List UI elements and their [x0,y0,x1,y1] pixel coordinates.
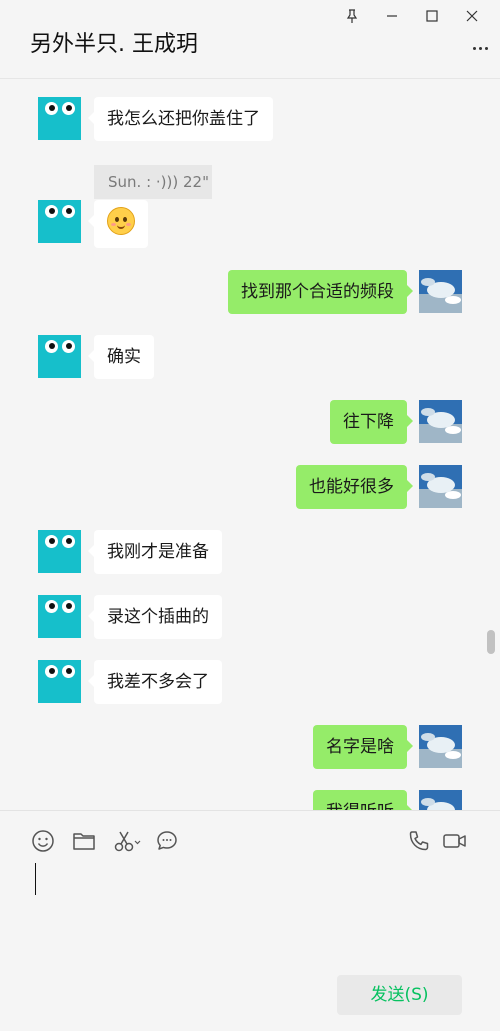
smiling-face-emoji [107,206,135,235]
message-bubble[interactable]: 确实 [88,335,154,379]
pin-icon[interactable] [332,6,372,26]
send-button[interactable]: 发送(S) [337,975,462,1015]
message-bubble[interactable]: 名字是啥 [313,725,413,769]
voice-message[interactable]: Sun. : ·))) 22" [94,165,212,199]
message-bubble[interactable]: 我得听听 [313,790,413,810]
message-input-area: 发送(S) [0,810,500,1031]
message-bubble[interactable] [88,200,148,248]
message-bubble[interactable]: 往下降 [330,400,413,444]
message-list[interactable]: 我怎么还把你盖住了 Sun. : ·))) 22" 找到那个合适的频段 确实 往… [0,79,500,810]
scrollbar-thumb[interactable] [487,630,495,654]
folder-icon[interactable] [72,829,96,853]
avatar[interactable] [38,595,81,638]
message-bubble[interactable]: 我刚才是准备 [88,530,222,574]
window-controls [332,6,492,26]
phone-icon[interactable] [407,829,431,853]
message-bubble[interactable]: 录这个插曲的 [88,595,222,639]
avatar[interactable] [419,790,462,810]
video-icon[interactable] [442,829,468,853]
avatar[interactable] [419,400,462,443]
text-cursor [35,863,36,895]
more-options-icon[interactable] [470,44,490,52]
avatar[interactable] [38,530,81,573]
avatar[interactable] [38,335,81,378]
avatar[interactable] [419,725,462,768]
emoji-icon[interactable] [31,829,55,853]
close-icon[interactable] [452,6,492,26]
message-bubble[interactable]: 找到那个合适的频段 [228,270,413,314]
chat-title: 另外半只. 王成玥 [30,32,198,57]
chat-header: 另外半只. 王成玥 [0,0,500,79]
avatar[interactable] [419,465,462,508]
avatar[interactable] [38,200,81,243]
maximize-icon[interactable] [412,6,452,26]
message-bubble[interactable]: 我差不多会了 [88,660,222,704]
chat-icon[interactable] [155,829,179,853]
minimize-icon[interactable] [372,6,412,26]
message-bubble[interactable]: 也能好很多 [296,465,413,509]
scissors-icon[interactable] [113,829,143,853]
avatar[interactable] [419,270,462,313]
avatar[interactable] [38,660,81,703]
message-bubble[interactable]: 我怎么还把你盖住了 [88,97,273,141]
avatar[interactable] [38,97,81,140]
